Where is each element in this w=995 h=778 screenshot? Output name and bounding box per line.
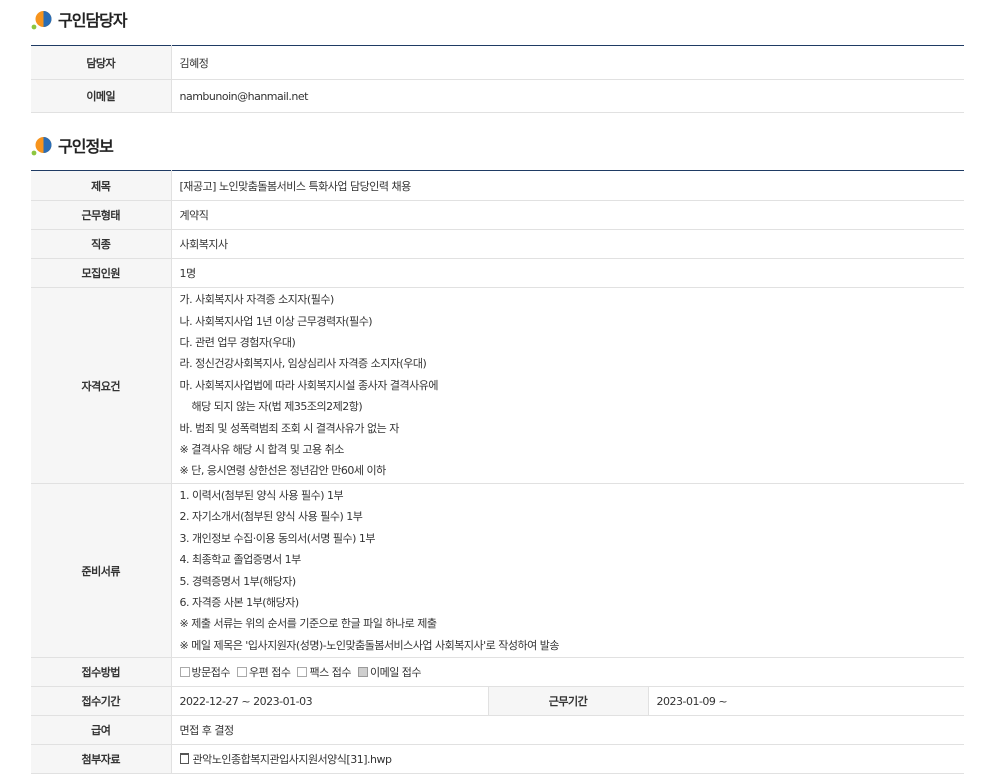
application-method-value: 방문접수 우편 접수 팩스 접수 이메일 접수 — [171, 657, 964, 688]
table-row: 근무형태 계약직 — [31, 200, 964, 230]
application-period-label: 접수기간 — [31, 686, 172, 717]
documents-label: 준비서류 — [31, 483, 172, 659]
document-line: 4. 최종학교 졸업증명서 1부 — [179, 553, 302, 567]
method-email-checkbox[interactable] — [357, 667, 368, 678]
method-email: 이메일 접수 — [357, 666, 422, 680]
qualification-line: 가. 사회복지사 자격증 소지자(필수) — [179, 293, 335, 307]
attachment-link[interactable]: 관악노인종합복지관입사지원서양식[31].hwp — [193, 753, 392, 766]
method-fax-checkbox[interactable] — [297, 667, 308, 678]
employment-type-value: 계약직 — [171, 200, 964, 230]
document-line: ※ 메일 제목은 '입사지원자(성명)-노인맞춤돌봄서비스사업 사회복지사'로 … — [179, 638, 560, 652]
qualification-line: ※ 단, 응시연령 상한선은 정년감안 만60세 이하 — [179, 464, 387, 478]
table-row: 접수방법 방문접수 우편 접수 팩스 접수 이메일 접수 — [31, 657, 964, 688]
job-info-table: 제목 [재공고] 노인맞춤돌봄서비스 특화사업 담당인력 채용 근무형태 계약직… — [31, 170, 964, 775]
job-section-heading: 구인정보 — [31, 131, 114, 159]
qualification-line: 바. 범죄 및 성폭력범죄 조회 시 결격사유가 없는 자 — [179, 421, 400, 435]
employment-type-label: 근무형태 — [31, 200, 172, 230]
qualification-line: 나. 사회복지사업 1년 이상 근무경력자(필수) — [179, 314, 373, 328]
qualification-line: 마. 사회복지사업법에 따라 사회복지시설 종사자 결격사유에 — [179, 378, 439, 392]
table-row: 급여 면접 후 결정 — [31, 715, 964, 746]
document-line: 5. 경력증명서 1부(해당자) — [179, 574, 297, 588]
table-row: 제목 [재공고] 노인맞춤돌봄서비스 특화사업 담당인력 채용 — [31, 170, 964, 201]
qualification-line: 다. 관련 업무 경험자(우대) — [179, 335, 296, 349]
document-line: 2. 자기소개서(첨부된 양식 사용 필수) 1부 — [179, 510, 363, 524]
table-row: 직종 사회복지사 — [31, 229, 964, 259]
job-category-label: 직종 — [31, 229, 172, 259]
method-mail-checkbox[interactable] — [236, 667, 247, 678]
table-row: 접수기간 2022-12-27 ~ 2023-01-03 근무기간 2023-0… — [31, 686, 964, 717]
method-mail-label: 우편 접수 — [248, 666, 291, 680]
document-line: 1. 이력서(첨부된 양식 사용 필수) 1부 — [179, 489, 344, 502]
attachment-value: 관악노인종합복지관입사지원서양식[31].hwp — [171, 744, 964, 775]
method-visit-label: 방문접수 — [191, 666, 231, 680]
work-period-label: 근무기간 — [487, 686, 649, 717]
application-method-label: 접수방법 — [31, 657, 172, 688]
contact-section-title: 구인담당자 — [58, 11, 128, 30]
headcount-label: 모집인원 — [31, 258, 172, 288]
table-row: 첨부자료 관악노인종합복지관입사지원서양식[31].hwp — [31, 744, 964, 775]
method-email-label: 이메일 접수 — [369, 666, 422, 680]
salary-value: 면접 후 결정 — [171, 715, 964, 746]
method-fax-label: 팩스 접수 — [309, 666, 351, 680]
manager-label: 담당자 — [31, 45, 172, 80]
table-row: 준비서류 1. 이력서(첨부된 양식 사용 필수) 1부 2. 자기소개서(첨부… — [31, 483, 964, 659]
application-period-value: 2022-12-27 ~ 2023-01-03 — [171, 686, 488, 717]
qualifications-value: 가. 사회복지사 자격증 소지자(필수) 나. 사회복지사업 1년 이상 근무경… — [171, 287, 964, 484]
file-icon — [179, 753, 189, 765]
salary-label: 급여 — [31, 715, 172, 746]
document-line: 3. 개인정보 수집·이용 동의서(서명 필수) 1부 — [179, 531, 376, 545]
qualification-line: ※ 결격사유 해당 시 합격 및 고용 취소 — [179, 443, 345, 457]
document-line: 6. 자격증 사본 1부(해당자) — [179, 596, 300, 610]
table-row: 자격요건 가. 사회복지사 자격증 소지자(필수) 나. 사회복지사업 1년 이… — [31, 287, 964, 484]
documents-value: 1. 이력서(첨부된 양식 사용 필수) 1부 2. 자기소개서(첨부된 양식 … — [171, 483, 964, 659]
work-period-value: 2023-01-09 ~ — [648, 686, 964, 717]
method-visit: 방문접수 — [179, 666, 231, 680]
table-row: 담당자 김혜정 — [31, 45, 964, 80]
section-bullet-icon — [31, 8, 53, 30]
method-fax: 팩스 접수 — [297, 666, 351, 680]
method-visit-checkbox[interactable] — [179, 667, 190, 678]
table-row: 이메일 nambunoin@hanmail.net — [31, 79, 964, 113]
contact-table: 담당자 김혜정 이메일 nambunoin@hanmail.net — [31, 45, 964, 113]
job-section-title: 구인정보 — [58, 137, 114, 156]
method-mail: 우편 접수 — [236, 666, 291, 680]
manager-value: 김혜정 — [171, 45, 964, 80]
headcount-value: 1명 — [171, 258, 964, 288]
qualifications-label: 자격요건 — [31, 287, 172, 484]
subject-label: 제목 — [31, 170, 172, 201]
qualification-line: 해당 되지 않는 자(법 제35조의2제2항) — [179, 400, 363, 414]
table-row: 모집인원 1명 — [31, 258, 964, 288]
email-label: 이메일 — [31, 79, 172, 113]
email-value: nambunoin@hanmail.net — [171, 79, 964, 113]
section-bullet-icon — [31, 134, 53, 156]
subject-value: [재공고] 노인맞춤돌봄서비스 특화사업 담당인력 채용 — [171, 170, 964, 201]
qualification-line: 라. 정신건강사회복지사, 임상심리사 자격증 소지자(우대) — [179, 357, 427, 371]
attachment-label: 첨부자료 — [31, 744, 172, 775]
job-category-value: 사회복지사 — [171, 229, 964, 259]
contact-section-heading: 구인담당자 — [31, 5, 128, 33]
document-line: ※ 제출 서류는 위의 순서를 기준으로 한글 파일 하나로 제출 — [179, 617, 437, 631]
